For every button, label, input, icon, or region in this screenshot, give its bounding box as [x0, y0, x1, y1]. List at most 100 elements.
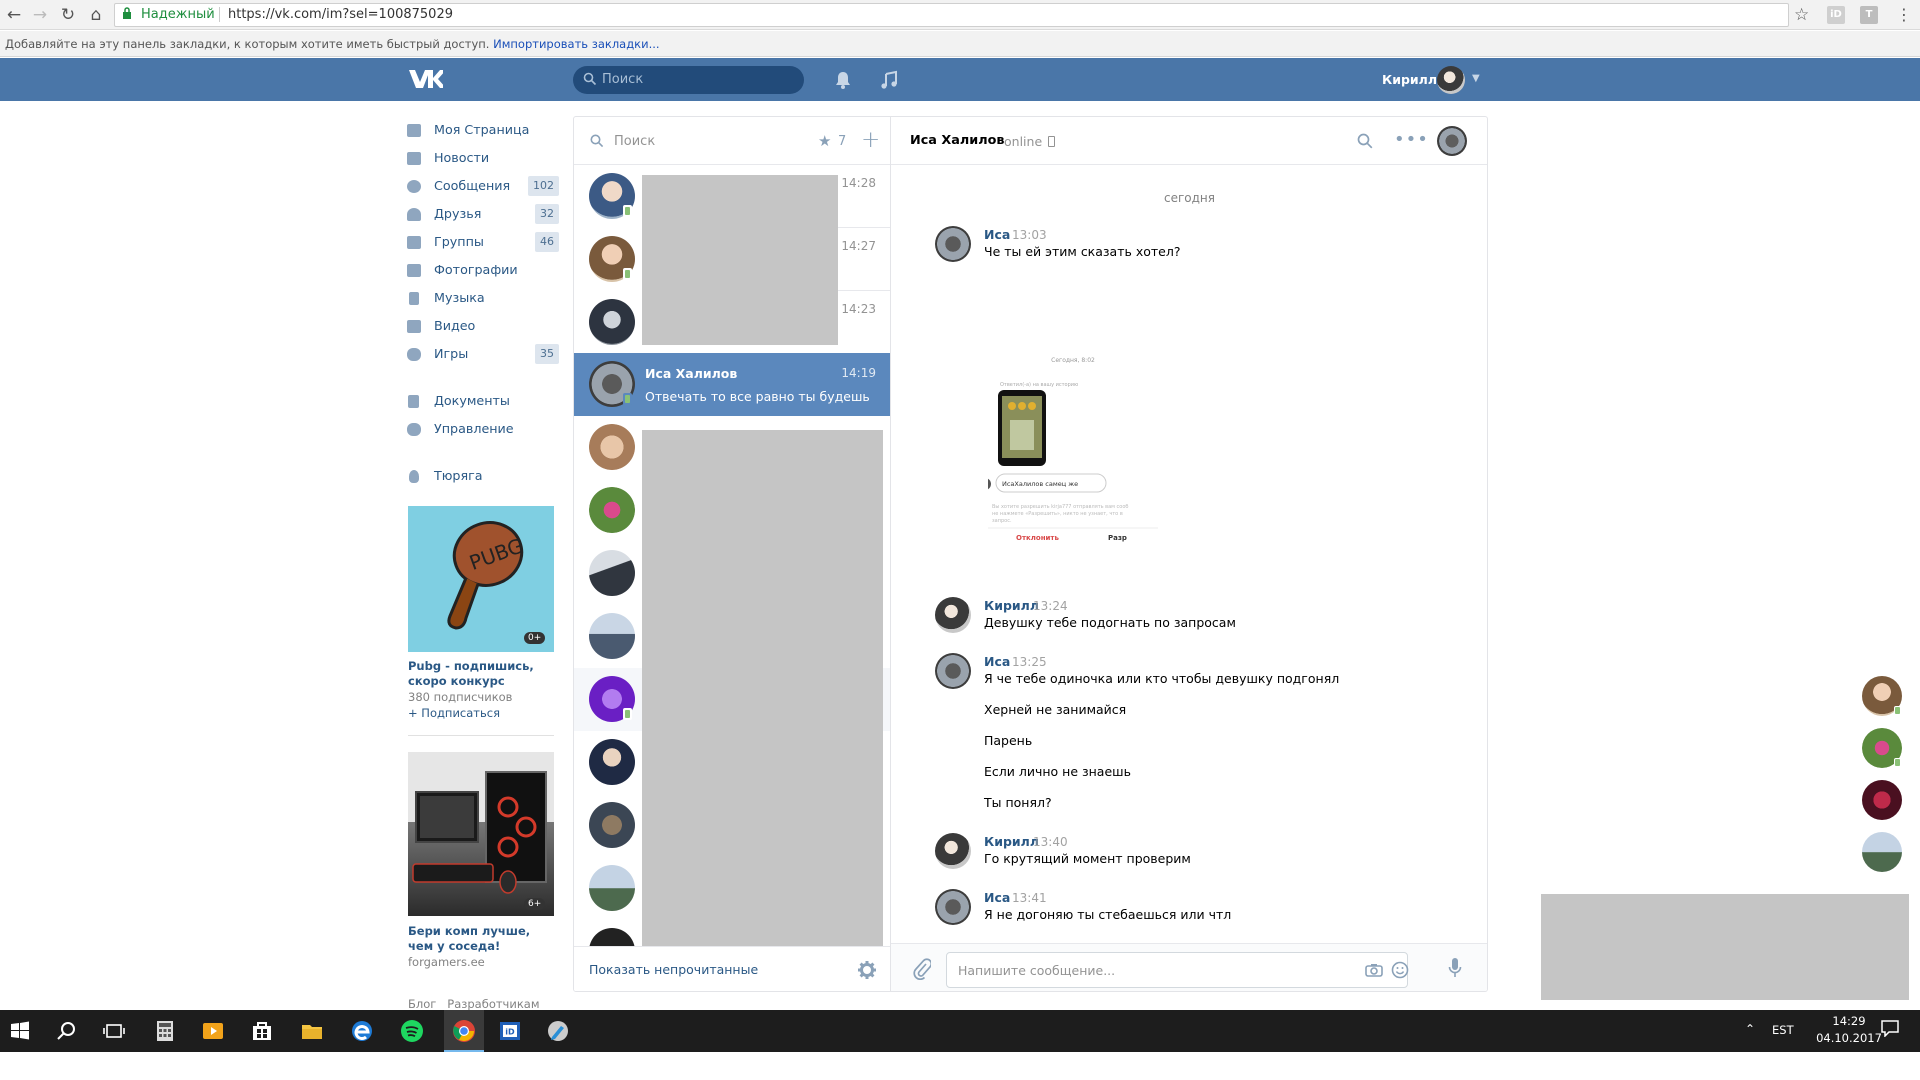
chevron-down-icon[interactable]: ▼ — [1472, 73, 1480, 84]
url-text[interactable]: https://vk.com/im?sel=100875029 — [228, 7, 453, 22]
sidebar-item-label: Видео — [434, 318, 476, 333]
message-author[interactable]: Кирилл — [984, 834, 1039, 849]
star-icon[interactable]: ★ — [818, 132, 831, 150]
sidebar-item-my-page[interactable]: Моя Страница — [407, 120, 559, 142]
avatar — [589, 613, 635, 659]
message-photo-attachment[interactable]: Сегодня, 8:02 Ответил(-а) на вашу истори… — [979, 350, 1158, 568]
header-user-name[interactable]: Кирилл — [1382, 72, 1437, 87]
svg-text:запрос.: запрос. — [992, 518, 1012, 524]
chat-peer-name[interactable]: Иса Халилов — [910, 133, 1005, 148]
show-unread-link[interactable]: Показать непрочитанные — [589, 962, 758, 977]
vk-logo-icon[interactable] — [407, 67, 443, 91]
avatar[interactable] — [935, 653, 971, 689]
avatar[interactable] — [1437, 66, 1465, 94]
spotify-icon[interactable] — [400, 1019, 424, 1043]
browser-menu-icon[interactable]: ⋮ — [1896, 5, 1912, 24]
avatar — [589, 299, 635, 345]
sidebar-item-video[interactable]: Видео — [407, 316, 559, 338]
store-icon[interactable] — [250, 1019, 274, 1043]
ad-title[interactable]: Бери комп лучше, чем у соседа! — [408, 924, 558, 954]
side-friend-avatar[interactable] — [1862, 832, 1902, 872]
starred-count[interactable]: 7 — [838, 134, 846, 149]
keyboard-language[interactable]: EST — [1772, 1023, 1794, 1037]
task-view-icon[interactable] — [102, 1019, 126, 1043]
ad-subscribe-link[interactable]: + Подписаться — [408, 706, 500, 720]
frying-pan-icon: PUBG — [447, 521, 527, 630]
bookmark-star-icon[interactable]: ☆ — [1794, 5, 1809, 25]
sidebar-item-photos[interactable]: Фотографии — [407, 260, 559, 282]
message-author[interactable]: Иса — [984, 654, 1010, 669]
bell-icon[interactable] — [834, 70, 852, 90]
home-icon[interactable]: ⌂ — [84, 3, 108, 27]
emoji-icon[interactable] — [1391, 961, 1409, 979]
music-icon[interactable] — [880, 70, 898, 90]
windows-start-icon[interactable] — [8, 1019, 32, 1043]
sidebar-item-messages[interactable]: Сообщения 102 — [407, 176, 559, 198]
gear-icon[interactable] — [857, 960, 877, 980]
message-author[interactable]: Кирилл — [984, 598, 1039, 613]
message-text: Я не догоняю ты стебаешься или чтл — [984, 907, 1232, 922]
clock-time[interactable]: 14:29 — [1819, 1014, 1879, 1028]
clock-date[interactable]: 04.10.2017 — [1812, 1031, 1886, 1045]
sidebar-item-news[interactable]: Новости — [407, 148, 559, 170]
calculator-icon[interactable] — [153, 1019, 177, 1043]
tray-expand-icon[interactable]: ⌃ — [1745, 1022, 1755, 1036]
news-icon — [407, 152, 421, 165]
message-time: 13:03 — [1012, 228, 1047, 242]
message-time: 13:41 — [1012, 891, 1047, 905]
pen-app-icon[interactable] — [546, 1019, 570, 1043]
chrome-icon[interactable] — [452, 1019, 476, 1043]
paperclip-icon[interactable] — [913, 958, 931, 980]
notifications-icon[interactable] — [1880, 1019, 1900, 1037]
forward-arrow-icon[interactable]: → — [28, 3, 52, 27]
more-dots-icon[interactable]: ••• — [1394, 129, 1429, 150]
side-friend-avatar[interactable] — [1862, 780, 1902, 820]
ad-subscribers: 380 подписчиков — [408, 690, 513, 704]
import-bookmarks-link[interactable]: Импортировать закладки... — [493, 37, 659, 51]
extension-id-icon[interactable]: iD — [1827, 6, 1845, 24]
screenshot-bubble-text: ИсаХалилов самец же — [1002, 480, 1078, 488]
sidebar-item-tyuryaga[interactable]: Тюряга — [407, 466, 559, 488]
divider — [408, 735, 554, 736]
message-text: Го крутящий момент проверим — [984, 851, 1191, 866]
message-author[interactable]: Иса — [984, 890, 1010, 905]
footer-links[interactable]: Блог Разработчикам — [408, 997, 540, 1011]
ad-computer-image[interactable] — [408, 752, 554, 916]
message-input[interactable]: Напишите сообщение... — [946, 952, 1409, 988]
avatar[interactable] — [1437, 126, 1467, 156]
media-player-icon[interactable] — [201, 1019, 225, 1043]
search-icon[interactable] — [1357, 133, 1373, 149]
reload-icon[interactable]: ↻ — [56, 3, 80, 27]
message-author[interactable]: Иса — [984, 227, 1010, 242]
sidebar-item-management[interactable]: Управление — [407, 419, 559, 441]
sidebar-item-groups[interactable]: Группы 46 — [407, 232, 559, 254]
sidebar-item-friends[interactable]: Друзья 32 — [407, 204, 559, 226]
message-composer: Напишите сообщение... — [891, 943, 1487, 991]
ad-domain[interactable]: forgamers.ee — [408, 955, 485, 969]
avatar[interactable] — [935, 597, 971, 633]
avatar[interactable] — [935, 833, 971, 869]
microphone-icon[interactable] — [1448, 957, 1462, 979]
avatar[interactable] — [935, 889, 971, 925]
new-chat-plus-icon[interactable]: + — [861, 127, 880, 153]
message-input-placeholder: Напишите сообщение... — [958, 963, 1116, 978]
camera-icon[interactable] — [1365, 963, 1383, 977]
svg-text:не нажмете «Разрешить», никто: не нажмете «Разрешить», никто не узнает,… — [992, 511, 1123, 517]
id-card-app-icon[interactable]: iD — [498, 1019, 522, 1043]
dialog-item-selected[interactable]: Иса Халилов 14:19 Отвечать то все равно … — [574, 353, 890, 416]
folder-icon[interactable] — [300, 1019, 324, 1043]
extension-t-icon[interactable]: T — [1860, 6, 1878, 24]
edge-browser-icon[interactable] — [350, 1019, 374, 1043]
gaming-pc-icon — [408, 752, 554, 894]
ad-pubg-image[interactable]: PUBG — [408, 506, 554, 652]
sidebar-item-games[interactable]: Игры 35 — [407, 344, 559, 366]
message-text: Ты понял? — [984, 795, 1052, 810]
back-arrow-icon[interactable]: ← — [2, 3, 26, 27]
ad-title[interactable]: Pubg - подпишись, скоро конкурс — [408, 659, 558, 689]
sidebar-item-music[interactable]: Музыка — [407, 288, 559, 310]
avatar[interactable] — [935, 226, 971, 262]
search-icon[interactable] — [55, 1019, 79, 1043]
dialogs-search-bar[interactable]: Поиск ★ 7 + — [574, 117, 890, 165]
sidebar-item-documents[interactable]: Документы — [407, 391, 559, 413]
screenshot-time-text: Сегодня, 8:02 — [1051, 357, 1095, 364]
